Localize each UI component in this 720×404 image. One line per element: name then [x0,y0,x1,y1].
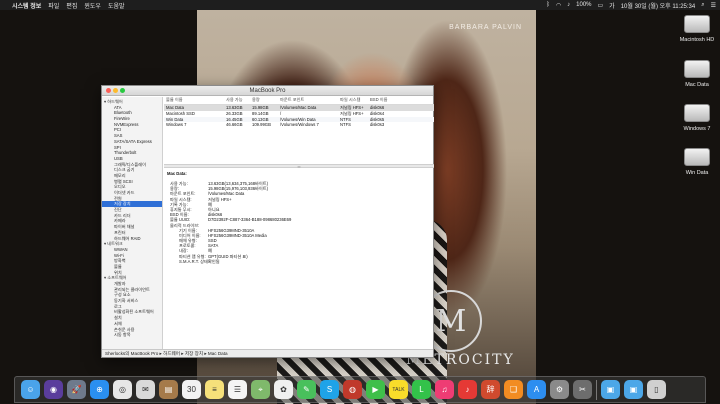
sidebar-item[interactable]: 시동 항목 [102,332,162,338]
volumes-table: 볼륨 이름 사용 가능 용량 마운트 포인트 파일 시스템 BSD 이름 Mac… [164,97,434,128]
launchpad-icon[interactable]: 🚀 [67,380,86,399]
books-icon[interactable]: ❑ [504,380,523,399]
wifi-icon[interactable]: ◠ [556,2,561,9]
table-cell: disk0s3 [370,122,385,128]
app-store-icon[interactable]: A [527,380,546,399]
downloads-folder-icon[interactable]: ▣ [601,380,620,399]
hard-drive-icon [684,15,710,33]
detail-value: 확인됨 [208,258,220,264]
menu-file[interactable]: 파일 [48,1,59,10]
documents-folder-icon[interactable]: ▣ [624,380,643,399]
table-header-row: 볼륨 이름 사용 가능 용량 마운트 포인트 파일 시스템 BSD 이름 [164,97,434,105]
table-cell: 저널링 HFS+ [340,110,364,116]
table-cell: 저널링 HFS+ [338,104,368,111]
desktop-icon-label: Mac Data [685,82,709,88]
detail-pane: Mac Data: 사용 가능: 13.63GB(13,634,375,168바이… [164,169,434,266]
hard-drive-icon [684,104,710,122]
finder-icon[interactable]: ☺ [21,380,40,399]
battery-icon[interactable]: ▭ [598,2,604,9]
desktop-icon-windows-7[interactable]: Windows 7 [675,104,719,132]
path-bar: Sherlocks의 MacBook Pro ▸ 하드웨어 ▸ 저장 장치 ▸ … [102,349,433,357]
spotlight-search-icon[interactable]: ⌕ [701,2,704,9]
menu-extras: ᛒ ◠ ♪ 100% ▭ 가 10월 30일 (월) 오후 11:25:34 ⌕… [540,1,716,10]
table-cell: 46.66GB [226,122,243,128]
column-header-volume-name[interactable]: 볼륨 이름 [164,97,224,105]
volume-icon[interactable]: ♪ [567,2,570,8]
input-source-icon[interactable]: 가 [609,1,615,10]
window-titlebar[interactable]: MacBook Pro [102,86,433,96]
chrome-icon[interactable]: ◎ [113,380,132,399]
table-row[interactable]: Windows 7 46.66GB 109.99GB/Volumes/Windows… [164,122,434,128]
skype-icon[interactable]: S [320,380,339,399]
detail-row: S.M.A.R.T. 상태: 확인됨 [167,259,431,264]
detail-title: Mac Data: [167,171,187,176]
dictionary-icon[interactable]: 辞 [481,380,500,399]
column-header-file-system[interactable]: 파일 시스템 [338,97,368,105]
desktop-icon-label: Win Data [685,170,709,176]
zoom-button[interactable] [120,88,125,93]
line-icon[interactable]: L [412,380,431,399]
itunes-icon[interactable]: ♫ [435,380,454,399]
kakaotalk-icon[interactable]: TALK [389,380,408,399]
safari-icon[interactable]: ⊕ [90,380,109,399]
photo-booth-icon[interactable]: ◍ [343,380,362,399]
messages-icon[interactable]: ✎ [297,380,316,399]
trash-icon[interactable]: ▯ [647,380,666,399]
menu-window[interactable]: 윈도우 [84,1,101,10]
close-button[interactable] [106,88,111,93]
reminders-icon[interactable]: ☰ [228,380,247,399]
dock-separator [596,379,597,400]
siri-icon[interactable]: ◉ [44,380,63,399]
detail-value: D7D2392F-C887-3364-B188-098680236E69 [208,217,292,223]
column-header-available[interactable]: 사용 가능 [224,97,250,105]
pane-splitter[interactable]: ═ [164,164,434,169]
desktop-icon-mac-data[interactable]: Mac Data [675,60,719,88]
column-header-bsd-name[interactable]: BSD 이름 [368,97,434,105]
menu-edit[interactable]: 편집 [66,1,77,10]
notes-icon[interactable]: ≡ [205,380,224,399]
desktop-icon-label: Macintosh HD [679,37,715,43]
table-cell: 109.99GB [252,122,271,128]
content-pane: 볼륨 이름 사용 가능 용량 마운트 포인트 파일 시스템 BSD 이름 Mac… [164,97,434,350]
table-cell: /Volumes/Windows 7 [280,122,319,128]
photos-icon[interactable]: ✿ [274,380,293,399]
facetime-icon[interactable]: ▶ [366,380,385,399]
window-controls [106,88,127,93]
desktop-icon-win-data[interactable]: Win Data [675,148,719,176]
system-information-window: MacBook Pro ▾ 하드웨어 ATA Bluetooth FireWire NV… [101,85,434,358]
menu-clock[interactable]: 10월 30일 (월) 오후 11:25:34 [621,1,696,10]
menu-help[interactable]: 도움말 [108,1,125,10]
menu-bar: 시스템 정보 파일 편집 윈도우 도움말 ᛒ ◠ ♪ 100% ▭ 가 10월 … [0,0,720,10]
minimize-button[interactable] [113,88,118,93]
script-editor-icon[interactable]: ✂ [573,380,592,399]
detail-value: HFS256G39MND-3510A Media [208,232,267,238]
column-header-capacity[interactable]: 용량 [250,97,278,105]
menu-app-name[interactable]: 시스템 정보 [12,1,41,10]
contacts-icon[interactable]: ▤ [159,380,178,399]
column-header-mount-point[interactable]: 마운트 포인트 [278,97,338,105]
path-bar-text: Sherlocks의 MacBook Pro ▸ 하드웨어 ▸ 저장 장치 ▸ … [105,350,228,356]
detail-key: S.M.A.R.T. 상태: [179,258,210,264]
mail-icon[interactable]: ✉ [136,380,155,399]
table-cell: Windows 7 [166,122,187,128]
music-icon[interactable]: ♪ [458,380,477,399]
table-cell: NTFS [340,122,351,128]
desktop-icon-label: Windows 7 [683,126,711,132]
dock: ☺ ◉ 🚀 ⊕ ◎ ✉ ▤ 30 ≡ ☰ ⌖ ✿ ✎ S ◍ ▶ TALK L ♫ ♪ 辞 ❑ A ⚙ ✂ ▣ ▣ ▯ [14,376,706,403]
notification-center-icon[interactable]: ☰ [711,2,716,9]
sidebar[interactable]: ▾ 하드웨어 ATA Bluetooth FireWire NVMExpress PCI S… [102,97,163,350]
hard-drive-icon [684,60,710,78]
window-title: MacBook Pro [249,87,286,94]
wallpaper-caption: BARBARA PALVIN [449,24,522,31]
system-preferences-icon[interactable]: ⚙ [550,380,569,399]
maps-icon[interactable]: ⌖ [251,380,270,399]
desktop-icon-macintosh-hd[interactable]: Macintosh HD [675,15,719,43]
bluetooth-icon[interactable]: ᛒ [546,2,550,8]
battery-percent[interactable]: 100% [576,2,591,8]
hard-drive-icon [684,148,710,166]
calendar-icon[interactable]: 30 [182,380,201,399]
